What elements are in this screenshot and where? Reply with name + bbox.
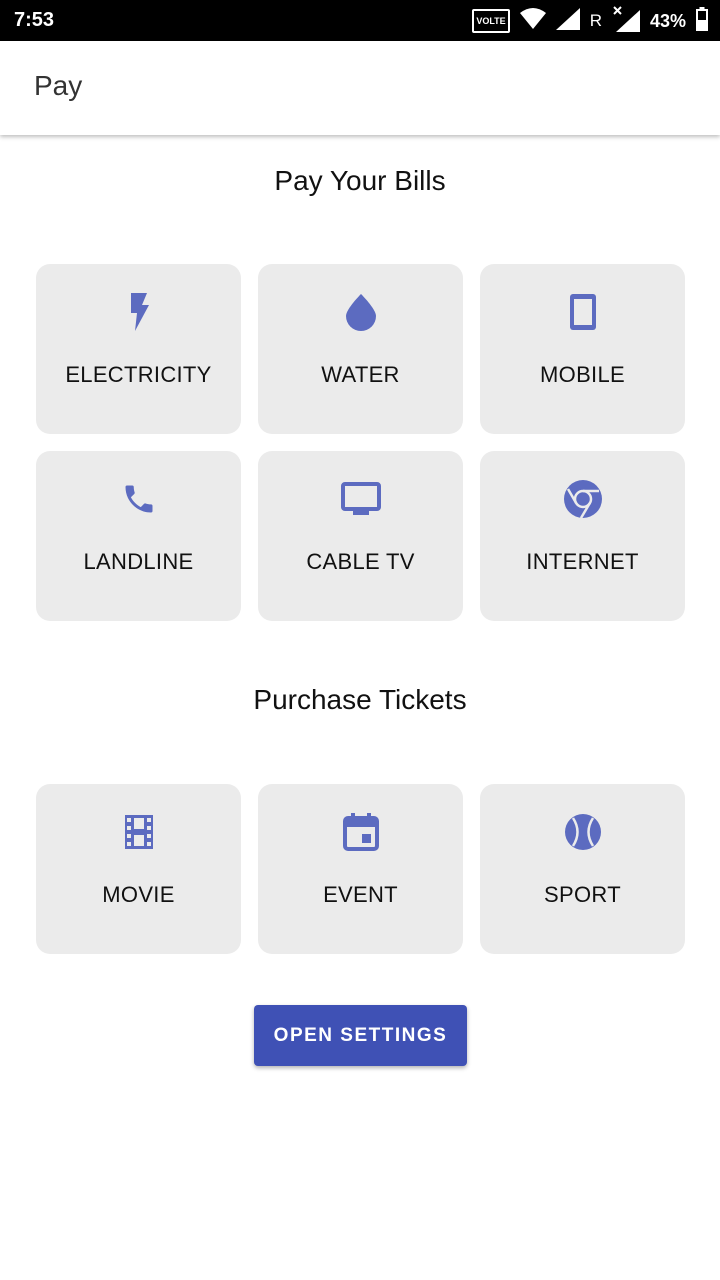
status-time: 7:53 (14, 9, 55, 31)
tile-label: ELECTRICITY (65, 362, 212, 387)
tile-cable-tv[interactable]: CABLE TV (258, 451, 463, 621)
tile-electricity[interactable]: ELECTRICITY (36, 264, 241, 434)
tile-label: WATER (321, 362, 400, 387)
tile-label: INTERNET (526, 549, 639, 574)
roaming-indicator: R (589, 11, 602, 30)
ball-icon (563, 812, 603, 852)
battery-icon (696, 6, 708, 36)
page-title: Pay (34, 70, 83, 101)
open-settings-button[interactable]: OPEN SETTINGS (254, 1005, 467, 1066)
tile-mobile[interactable]: MOBILE (480, 264, 685, 434)
tickets-section-title: Purchase Tickets (253, 684, 467, 715)
wifi-icon (519, 7, 546, 35)
tile-label: MOBILE (540, 362, 625, 387)
tile-water[interactable]: WATER (258, 264, 463, 434)
volte-icon: VOLTE (472, 9, 510, 33)
battery-percent: 43% (649, 10, 686, 31)
tile-label: MOVIE (102, 882, 175, 907)
chrome-icon (563, 479, 603, 519)
signal-icon (555, 7, 580, 35)
tile-internet[interactable]: INTERNET (480, 451, 685, 621)
signal-no-data-icon (612, 5, 640, 37)
flash-icon (119, 292, 159, 332)
app-bar: Pay (0, 41, 720, 135)
film-icon (119, 812, 159, 852)
status-bar: 7:53 VOLTE R 43% (0, 0, 720, 41)
tile-label: CABLE TV (306, 549, 415, 574)
water-drop-icon (341, 292, 381, 332)
tv-icon (340, 479, 381, 519)
phone-icon (119, 479, 159, 519)
bills-section-title: Pay Your Bills (274, 165, 446, 196)
tile-event[interactable]: EVENT (258, 784, 463, 954)
smartphone-icon (563, 292, 603, 332)
tile-label: SPORT (544, 882, 621, 907)
tile-landline[interactable]: LANDLINE (36, 451, 241, 621)
calendar-event-icon (341, 812, 381, 852)
tile-sport[interactable]: SPORT (480, 784, 685, 954)
status-icons: VOLTE R 43% (472, 5, 708, 37)
tile-movie[interactable]: MOVIE (36, 784, 241, 954)
tile-label: EVENT (323, 882, 398, 907)
tile-label: LANDLINE (83, 549, 194, 574)
